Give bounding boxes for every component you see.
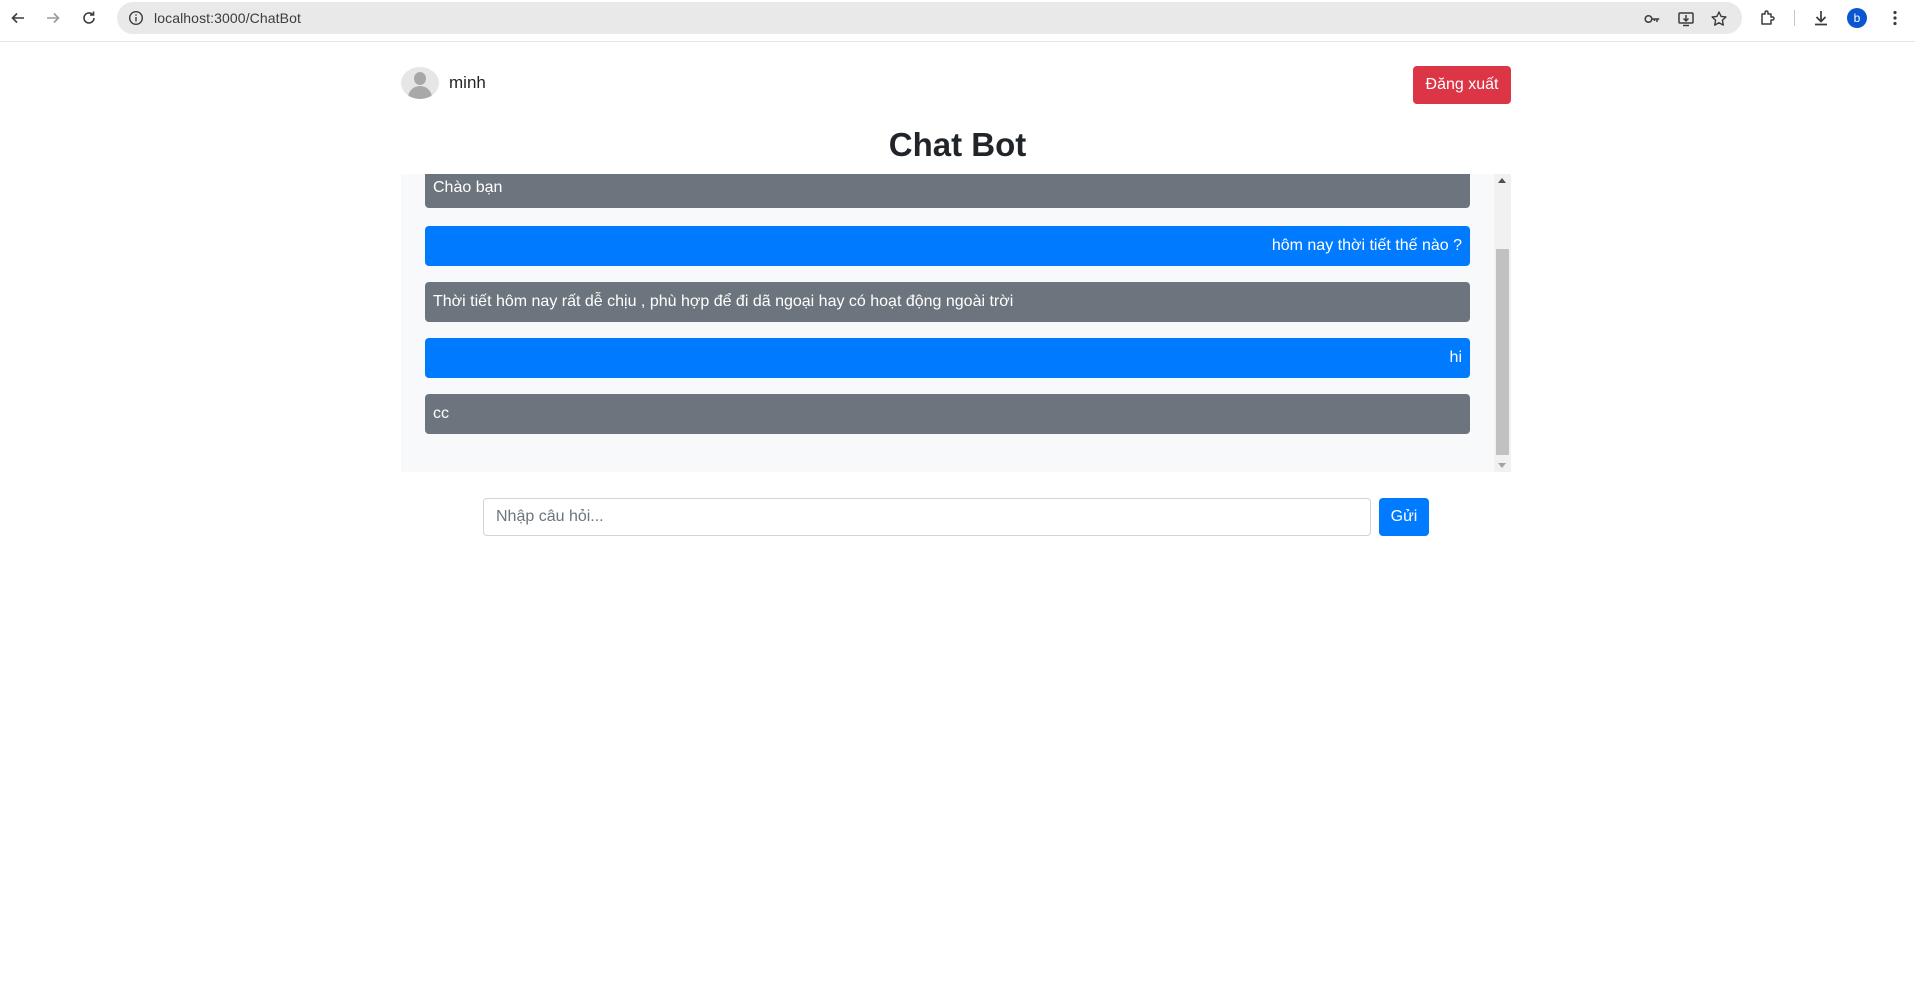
site-info-icon[interactable] (128, 10, 144, 26)
profile-avatar[interactable]: b (1847, 8, 1867, 28)
scroll-thumb[interactable] (1496, 249, 1509, 455)
avatar (401, 67, 439, 99)
bookmark-star-icon[interactable] (1710, 10, 1728, 28)
logout-button[interactable]: Đăng xuất (1413, 66, 1511, 104)
extensions-icon[interactable] (1758, 8, 1778, 28)
message-user: hôm nay thời tiết thế nào ? (425, 226, 1470, 266)
more-menu-icon[interactable] (1885, 8, 1905, 28)
browser-toolbar: localhost:3000/ChatBot b (0, 0, 1915, 42)
message-text: hi (1449, 349, 1462, 366)
scroll-down-icon[interactable] (1498, 463, 1506, 468)
address-url[interactable]: localhost:3000/ChatBot (154, 10, 301, 26)
message-bot: cc (425, 394, 1470, 434)
download-icon[interactable] (1811, 8, 1831, 28)
message-text: Chào bạn (433, 179, 503, 196)
toolbar-divider (1794, 10, 1795, 26)
address-bar[interactable]: localhost:3000/ChatBot (117, 2, 1742, 34)
scroll-up-icon[interactable] (1498, 178, 1506, 183)
send-button[interactable]: Gửi (1379, 498, 1429, 536)
forward-icon[interactable] (42, 7, 64, 29)
user-profile: minh (401, 67, 486, 99)
message-user: hi (425, 338, 1470, 378)
back-icon[interactable] (7, 7, 29, 29)
message-bot: Chào bạn (425, 174, 1470, 208)
message-bot: Thời tiết hôm nay rất dễ chịu , phù hợp … (425, 282, 1470, 322)
message-text: cc (433, 405, 449, 422)
reload-icon[interactable] (78, 7, 100, 29)
install-app-icon[interactable] (1677, 10, 1695, 28)
chat-messages-panel[interactable]: Chào bạn hôm nay thời tiết thế nào ? Thờ… (401, 174, 1511, 472)
message-text: hôm nay thời tiết thế nào ? (1271, 237, 1462, 254)
chat-scrollbar[interactable] (1494, 174, 1511, 472)
username: minh (449, 73, 486, 92)
page-title: Chat Bot (888, 126, 1027, 163)
message-text: Thời tiết hôm nay rất dễ chịu , phù hợp … (433, 293, 1014, 310)
question-input[interactable] (483, 498, 1371, 536)
password-key-icon[interactable] (1643, 10, 1661, 28)
